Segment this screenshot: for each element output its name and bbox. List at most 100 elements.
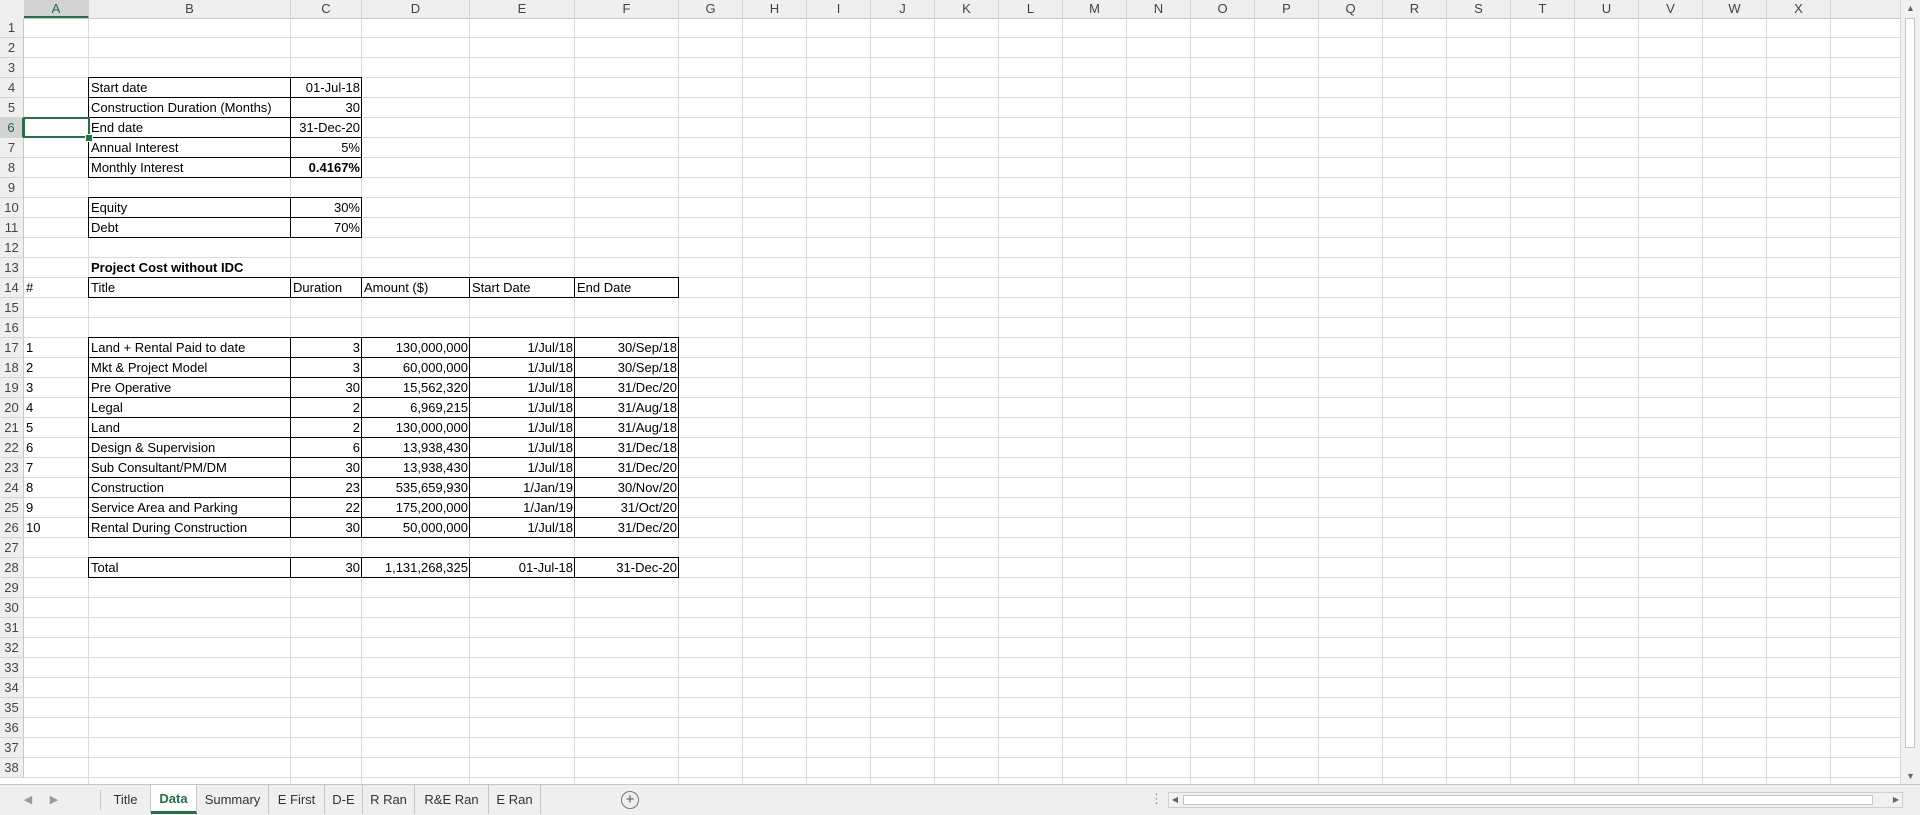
item-start-date[interactable]: 1/Jan/19 [470,478,575,498]
horizontal-scroll-thumb[interactable] [1183,795,1873,805]
scroll-down-icon[interactable]: ▼ [1901,768,1920,784]
item-amount[interactable]: 175,200,000 [362,498,470,518]
sheet-tab-e-ran[interactable]: E Ran [489,785,541,814]
row-header-25[interactable]: 25 [0,498,24,518]
row-number[interactable]: 7 [24,458,89,478]
header-amount[interactable]: Amount ($) [362,278,470,298]
item-amount[interactable]: 13,938,430 [362,458,470,478]
item-end-date[interactable]: 30/Nov/20 [575,478,679,498]
vertical-scroll-thumb[interactable] [1905,18,1915,748]
column-header-x[interactable]: X [1767,0,1831,18]
item-end-date[interactable]: 30/Sep/18 [575,358,679,378]
row-header-26[interactable]: 26 [0,518,24,538]
column-header-e[interactable]: E [470,0,575,18]
item-title[interactable]: Legal [89,398,291,418]
item-amount[interactable]: 535,659,930 [362,478,470,498]
row-header-30[interactable]: 30 [0,598,24,618]
total-start-date[interactable]: 01-Jul-18 [470,558,575,578]
row-number[interactable]: 5 [24,418,89,438]
sheet-tab-e-first[interactable]: E First [269,785,325,814]
column-header-k[interactable]: K [935,0,999,18]
sheet-tab-r-e-ran[interactable]: R&E Ran [415,785,489,814]
column-header-l[interactable]: L [999,0,1063,18]
row-header-35[interactable]: 35 [0,698,24,718]
row-header-14[interactable]: 14 [0,278,24,298]
item-title[interactable]: Service Area and Parking [89,498,291,518]
row-header-6[interactable]: 6 [0,118,24,138]
param-value[interactable]: 01-Jul-18 [291,78,362,98]
row-header-38[interactable]: 38 [0,758,24,778]
column-header-o[interactable]: O [1191,0,1255,18]
row-header-7[interactable]: 7 [0,138,24,158]
item-start-date[interactable]: 1/Jul/18 [470,518,575,538]
row-header-13[interactable]: 13 [0,258,24,278]
item-duration[interactable]: 22 [291,498,362,518]
row-header-5[interactable]: 5 [0,98,24,118]
column-header-i[interactable]: I [807,0,871,18]
item-title[interactable]: Design & Supervision [89,438,291,458]
item-end-date[interactable]: 31/Aug/18 [575,398,679,418]
item-start-date[interactable]: 1/Jul/18 [470,438,575,458]
param-label[interactable]: Annual Interest [89,138,291,158]
row-header-8[interactable]: 8 [0,158,24,178]
row-header-34[interactable]: 34 [0,678,24,698]
item-amount[interactable]: 6,969,215 [362,398,470,418]
vertical-scrollbar[interactable]: ▲ ▼ [1900,0,1920,784]
header-duration[interactable]: Duration [291,278,362,298]
row-header-16[interactable]: 16 [0,318,24,338]
sheet-tab-summary[interactable]: Summary [197,785,269,814]
row-number[interactable]: 4 [24,398,89,418]
param-label[interactable]: Start date [89,78,291,98]
item-amount[interactable]: 50,000,000 [362,518,470,538]
item-title[interactable]: Land [89,418,291,438]
row-number[interactable]: 1 [24,338,89,358]
item-start-date[interactable]: 1/Jul/18 [470,338,575,358]
prev-sheet-icon[interactable]: ◀ [20,791,36,809]
add-sheet-icon[interactable]: + [621,791,639,809]
item-duration[interactable]: 2 [291,398,362,418]
row-header-15[interactable]: 15 [0,298,24,318]
item-end-date[interactable]: 31/Dec/20 [575,518,679,538]
row-header-32[interactable]: 32 [0,638,24,658]
financing-label[interactable]: Debt [89,218,291,238]
row-header-33[interactable]: 33 [0,658,24,678]
financing-value[interactable]: 70% [291,218,362,238]
row-header-29[interactable]: 29 [0,578,24,598]
param-value[interactable]: 31-Dec-20 [291,118,362,138]
param-label[interactable]: End date [89,118,291,138]
row-header-23[interactable]: 23 [0,458,24,478]
sheet-tab-d-e[interactable]: D-E [325,785,363,814]
financing-label[interactable]: Equity [89,198,291,218]
sheet-tab-r-ran[interactable]: R Ran [363,785,415,814]
row-header-19[interactable]: 19 [0,378,24,398]
active-cell-selection[interactable] [23,117,90,138]
item-end-date[interactable]: 30/Sep/18 [575,338,679,358]
fill-handle[interactable] [85,134,93,142]
column-header-r[interactable]: R [1383,0,1447,18]
item-title[interactable]: Sub Consultant/PM/DM [89,458,291,478]
row-header-20[interactable]: 20 [0,398,24,418]
item-duration[interactable]: 30 [291,458,362,478]
scroll-up-icon[interactable]: ▲ [1901,0,1920,16]
item-start-date[interactable]: 1/Jan/19 [470,498,575,518]
header-start-date[interactable]: Start Date [470,278,575,298]
row-header-31[interactable]: 31 [0,618,24,638]
item-title[interactable]: Mkt & Project Model [89,358,291,378]
row-header-22[interactable]: 22 [0,438,24,458]
item-end-date[interactable]: 31/Dec/20 [575,378,679,398]
column-header-f[interactable]: F [575,0,679,18]
item-amount[interactable]: 15,562,320 [362,378,470,398]
item-duration[interactable]: 2 [291,418,362,438]
column-header-b[interactable]: B [89,0,291,18]
column-header-j[interactable]: J [871,0,935,18]
column-header-m[interactable]: M [1063,0,1127,18]
total-label[interactable]: Total [89,558,291,578]
total-duration[interactable]: 30 [291,558,362,578]
column-header-w[interactable]: W [1703,0,1767,18]
sheet-tab-title[interactable]: Title [101,785,151,814]
spreadsheet-grid[interactable]: ABCDEFGHIJKLMNOPQRSTUVWX 1 2 3 4 5 6 7 8 9 10 11 12… [0,0,1920,784]
item-duration[interactable]: 23 [291,478,362,498]
row-header-3[interactable]: 3 [0,58,24,78]
column-header-g[interactable]: G [679,0,743,18]
sheet-tab-data[interactable]: Data [151,785,197,814]
